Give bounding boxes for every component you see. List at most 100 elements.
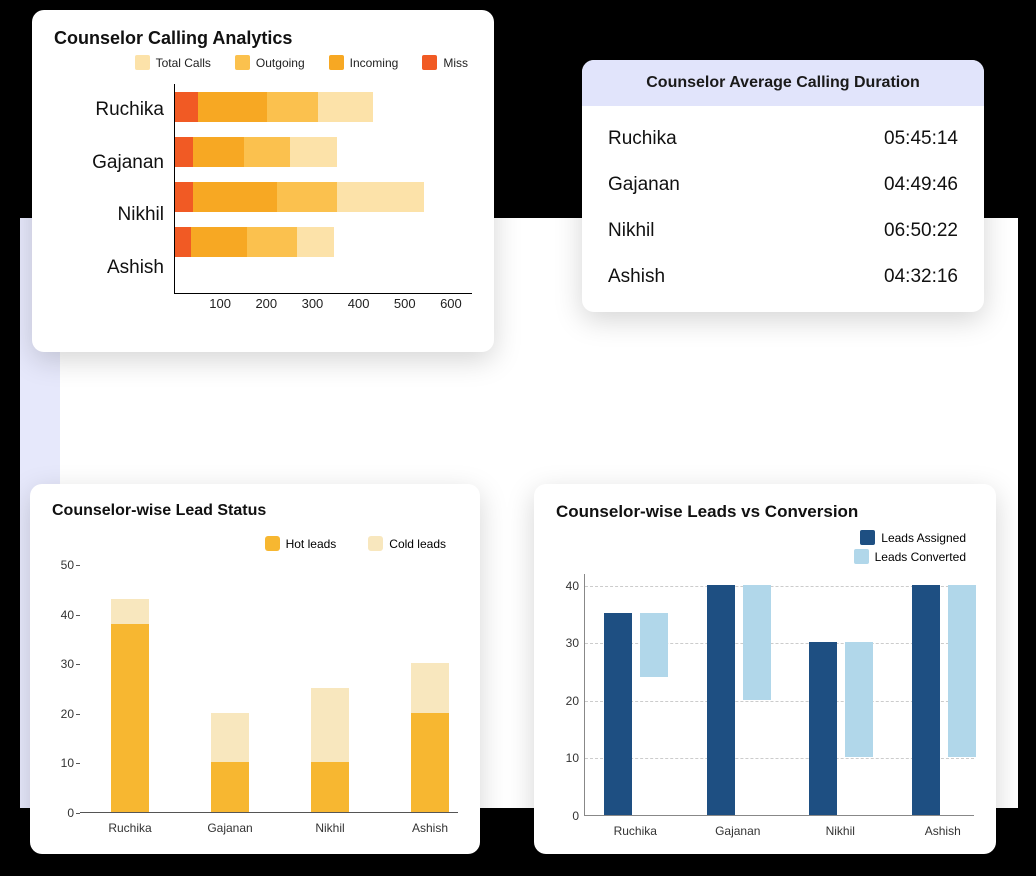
chart-legend: Hot leads Cold leads: [52, 536, 458, 551]
bar-converted: [640, 613, 668, 676]
bar-segment: [198, 92, 267, 122]
bar-row: [175, 227, 334, 257]
y-tick-label: 20: [557, 694, 579, 708]
card-lead-status: Counselor-wise Lead Status Hot leads Col…: [30, 484, 480, 854]
bar-converted: [743, 585, 771, 700]
table-header: Counselor Average Calling Duration: [582, 60, 984, 106]
y-category-label: Gajanan: [54, 137, 164, 190]
swatch-icon: [860, 530, 875, 545]
duration-value: 05:45:14: [884, 128, 958, 150]
legend-total-calls: Total Calls: [135, 55, 211, 70]
y-tick-label: 10: [50, 756, 74, 770]
x-category-label: Ruchika: [108, 821, 151, 835]
bar-segment: [290, 137, 336, 167]
chart-legend: Total Calls Outgoing Incoming Miss: [54, 55, 472, 70]
counselor-name: Ruchika: [608, 128, 677, 150]
y-tick-mark: [76, 565, 80, 566]
swatch-icon: [135, 55, 150, 70]
table-row: Ruchika 05:45:14: [608, 116, 958, 162]
y-tick-mark: [76, 714, 80, 715]
y-tick-mark: [76, 813, 80, 814]
bar-segment-cold: [111, 599, 149, 624]
bar-segment: [191, 227, 246, 257]
bar-segment: [175, 227, 191, 257]
card-calling-duration: Counselor Average Calling Duration Ruchi…: [582, 60, 984, 312]
x-tick-label: 500: [394, 296, 416, 311]
y-category-label: Ashish: [54, 242, 164, 295]
chart-plot: [174, 84, 472, 294]
y-tick-label: 0: [557, 809, 579, 823]
legend-leads-converted: Leads Converted: [854, 549, 966, 564]
bar-segment: [193, 182, 276, 212]
chart-x-axis: Ruchika Gajanan Nikhil Ashish: [584, 824, 974, 848]
swatch-icon: [422, 55, 437, 70]
chart-plot: 01020304050: [80, 565, 458, 813]
x-category-label: Gajanan: [207, 821, 252, 835]
bar-row: [175, 182, 424, 212]
duration-value: 06:50:22: [884, 220, 958, 242]
bar-row: [175, 137, 337, 167]
y-tick-label: 40: [557, 579, 579, 593]
x-category-label: Ruchika: [614, 824, 657, 838]
chart-title: Counselor-wise Leads vs Conversion: [556, 502, 974, 522]
legend-leads-assigned: Leads Assigned: [860, 530, 966, 545]
bar-assigned: [912, 585, 940, 815]
bar-segment: [277, 182, 337, 212]
chart-x-axis: Ruchika Gajanan Nikhil Ashish: [80, 821, 458, 845]
table-row: Gajanan 04:49:46: [608, 162, 958, 208]
legend-miss: Miss: [422, 55, 468, 70]
duration-table: Ruchika 05:45:14 Gajanan 04:49:46 Nikhil06:5…: [582, 106, 984, 310]
duration-value: 04:32:16: [884, 266, 958, 288]
table-row: Nikhil06:50:22: [608, 208, 958, 254]
legend-cold-leads: Cold leads: [368, 536, 446, 551]
bar-assigned: [809, 642, 837, 815]
table-row: Ashish04:32:16: [608, 254, 958, 300]
counselor-name: Gajanan: [608, 174, 680, 196]
swatch-icon: [265, 536, 280, 551]
card-calling-analytics: Counselor Calling Analytics Total Calls …: [32, 10, 494, 352]
bar-column: [111, 599, 149, 812]
bar-converted: [948, 585, 976, 758]
y-tick-label: 0: [50, 806, 74, 820]
bar-segment: [337, 182, 425, 212]
card-leads-conversion: Counselor-wise Leads vs Conversion Leads…: [534, 484, 996, 854]
x-category-label: Ashish: [412, 821, 448, 835]
x-category-label: Ashish: [925, 824, 961, 838]
chart-plot: 010203040: [584, 574, 974, 816]
x-tick-label: 600: [440, 296, 462, 311]
bar-segment: [244, 137, 290, 167]
x-category-label: Nikhil: [826, 824, 855, 838]
chart-y-labels: RuchikaGajananNikhilAshish: [54, 84, 174, 294]
bar-column: [211, 713, 249, 812]
x-category-label: Gajanan: [715, 824, 760, 838]
legend-incoming: Incoming: [329, 55, 399, 70]
bar-segment-cold: [411, 663, 449, 713]
chart-x-axis: 100200300400500600: [174, 296, 472, 316]
y-tick-label: 50: [50, 558, 74, 572]
x-tick-label: 100: [209, 296, 231, 311]
y-tick-label: 30: [557, 636, 579, 650]
bar-row: [175, 92, 373, 122]
chart-title: Counselor-wise Lead Status: [52, 502, 458, 520]
bar-group: [707, 585, 771, 815]
y-tick-label: 40: [50, 608, 74, 622]
duration-value: 04:49:46: [884, 174, 958, 196]
bar-converted: [845, 642, 873, 757]
chart-area: RuchikaGajananNikhilAshish 1002003004005…: [54, 84, 472, 294]
swatch-icon: [368, 536, 383, 551]
bar-assigned: [604, 613, 632, 815]
swatch-icon: [854, 549, 869, 564]
bar-segment: [175, 92, 198, 122]
bar-segment: [193, 137, 244, 167]
bar-segment: [318, 92, 373, 122]
bar-group: [809, 642, 873, 815]
bar-segment-cold: [211, 713, 249, 763]
y-tick-label: 20: [50, 707, 74, 721]
bar-segment: [247, 227, 298, 257]
y-tick-mark: [76, 615, 80, 616]
x-category-label: Nikhil: [315, 821, 344, 835]
bar-segment: [297, 227, 334, 257]
x-tick-label: 200: [255, 296, 277, 311]
chart-title: Counselor Calling Analytics: [54, 28, 472, 49]
swatch-icon: [329, 55, 344, 70]
